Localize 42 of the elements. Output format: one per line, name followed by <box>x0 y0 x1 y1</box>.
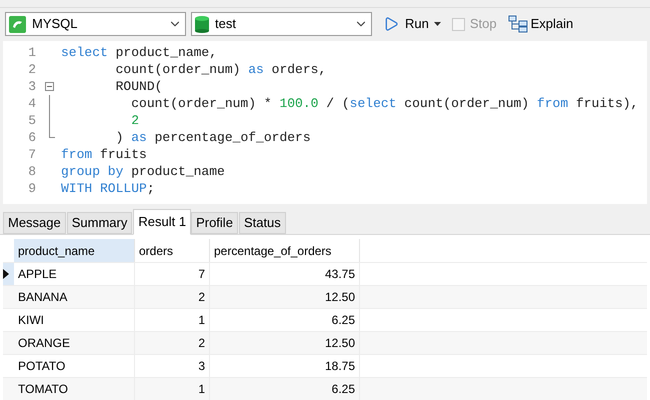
combo-value: MYSQL <box>32 15 79 34</box>
line-number: 1 <box>27 44 37 62</box>
stop-icon <box>452 18 465 31</box>
code-line: 2 <box>130 112 140 130</box>
result-tab[interactable]: Result 1 <box>133 209 192 235</box>
sql-editor[interactable] <box>3 41 647 204</box>
database-icon <box>195 16 209 33</box>
column-header[interactable]: product_name <box>14 239 135 262</box>
table-cell: TOMATO <box>14 378 135 400</box>
code-line: ) as percentage_of_orders <box>114 129 311 146</box>
explain-button[interactable]: Explain <box>508 14 574 34</box>
line-number: 5 <box>27 112 37 130</box>
connection-select[interactable]: MYSQL <box>5 12 186 36</box>
fold-toggle-icon[interactable] <box>45 82 54 92</box>
line-number: 6 <box>27 129 37 146</box>
caret-icon[interactable] <box>434 22 441 26</box>
code-line: WITH ROLLUP; <box>61 180 155 198</box>
line-number: 7 <box>27 146 37 164</box>
current-row-icon <box>3 269 9 279</box>
database-select[interactable]: test <box>191 12 372 36</box>
result-tab[interactable]: Summary <box>66 212 132 234</box>
code-line: from fruits <box>61 146 147 164</box>
code-line: count(order_num) as orders, <box>114 61 326 78</box>
line-number: 9 <box>27 180 37 198</box>
fold-end-line <box>49 129 55 138</box>
play-icon <box>383 16 399 32</box>
table-cell: 6.25 <box>210 378 360 400</box>
result-tab[interactable]: Profile <box>191 212 238 234</box>
line-number: 4 <box>27 95 37 112</box>
combo-value: test <box>215 15 237 34</box>
table-cell: 1 <box>135 378 210 400</box>
run-button[interactable]: Run <box>383 14 429 34</box>
code-line: select product_name, <box>61 44 218 62</box>
diagram-icon <box>508 15 528 34</box>
line-number: 2 <box>27 61 37 78</box>
result-tab[interactable]: Status <box>238 212 286 234</box>
code-line: ROUND( <box>114 78 162 96</box>
code-line: group by product_name <box>61 163 225 180</box>
line-number: 3 <box>27 78 37 96</box>
result-tab[interactable]: Message <box>3 212 66 234</box>
line-number: 8 <box>27 163 37 180</box>
code-line: count(order_num) * 100.0 / (select count(order_num) from fruits), <box>130 95 638 112</box>
